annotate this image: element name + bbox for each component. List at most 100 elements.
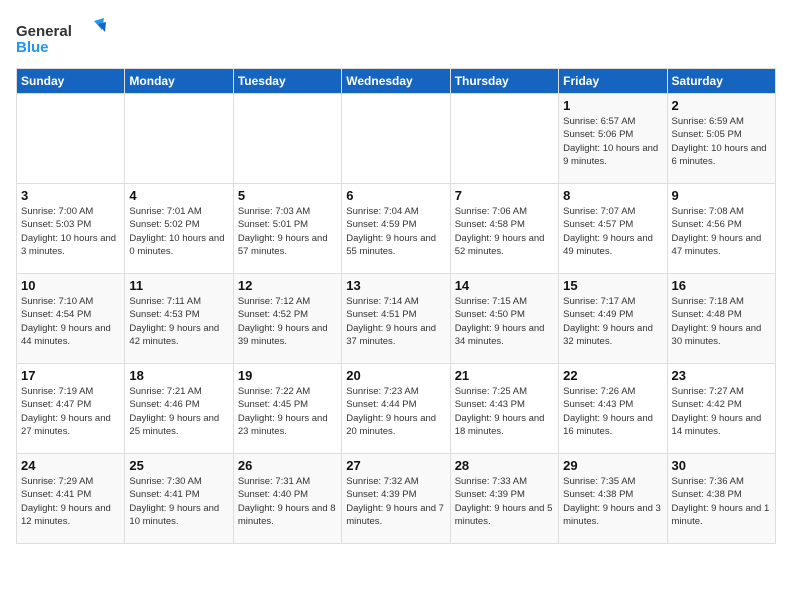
day-number: 14	[455, 278, 554, 293]
day-number: 19	[238, 368, 337, 383]
calendar-cell: 9Sunrise: 7:08 AM Sunset: 4:56 PM Daylig…	[667, 184, 775, 274]
day-number: 28	[455, 458, 554, 473]
calendar-cell: 2Sunrise: 6:59 AM Sunset: 5:05 PM Daylig…	[667, 94, 775, 184]
svg-text:General: General	[16, 23, 72, 40]
day-number: 22	[563, 368, 662, 383]
page-header: General Blue	[16, 16, 776, 56]
calendar-cell: 4 Sunrise: 7:01 AM Sunset: 5:02 PM Daylig…	[125, 184, 233, 274]
calendar-cell	[17, 94, 125, 184]
day-number: 8	[563, 188, 662, 203]
calendar-cell: 11 Sunrise: 7:11 AM Sunset: 4:53 PM Dayli…	[125, 274, 233, 364]
weekday-header-row: SundayMondayTuesdayWednesdayThursdayFrid…	[17, 69, 776, 94]
day-number: 25	[129, 458, 228, 473]
day-info: Sunrise: 7:23 AM Sunset: 4:44 PM Dayligh…	[346, 385, 445, 438]
week-row-2: 3 Sunrise: 7:00 AM Sunset: 5:03 PM Daylig…	[17, 184, 776, 274]
calendar-cell	[342, 94, 450, 184]
day-number: 11	[129, 278, 228, 293]
day-info: Sunrise: 7:00 AM Sunset: 5:03 PM Dayligh…	[21, 205, 120, 258]
day-info: Sunrise: 7:15 AM Sunset: 4:50 PM Dayligh…	[455, 295, 554, 348]
day-info: Sunrise: 7:35 AM Sunset: 4:38 PM Dayligh…	[563, 475, 662, 528]
day-number: 12	[238, 278, 337, 293]
calendar-cell: 30 Sunrise: 7:36 AM Sunset: 4:38 PM Dayli…	[667, 454, 775, 544]
day-info: Sunrise: 7:30 AM Sunset: 4:41 PM Dayligh…	[129, 475, 228, 528]
day-info: Sunrise: 7:27 AM Sunset: 4:42 PM Dayligh…	[672, 385, 771, 438]
week-row-4: 17 Sunrise: 7:19 AM Sunset: 4:47 PM Dayli…	[17, 364, 776, 454]
calendar-cell: 14 Sunrise: 7:15 AM Sunset: 4:50 PM Dayli…	[450, 274, 558, 364]
calendar-cell: 15 Sunrise: 7:17 AM Sunset: 4:49 PM Dayli…	[559, 274, 667, 364]
week-row-3: 10Sunrise: 7:10 AM Sunset: 4:54 PM Dayli…	[17, 274, 776, 364]
day-info: Sunrise: 7:25 AM Sunset: 4:43 PM Dayligh…	[455, 385, 554, 438]
day-number: 4	[129, 188, 228, 203]
day-info: Sunrise: 7:33 AM Sunset: 4:39 PM Dayligh…	[455, 475, 554, 528]
day-info: Sunrise: 7:03 AM Sunset: 5:01 PM Dayligh…	[238, 205, 337, 258]
calendar-cell: 23 Sunrise: 7:27 AM Sunset: 4:42 PM Dayli…	[667, 364, 775, 454]
day-info: Sunrise: 7:22 AM Sunset: 4:45 PM Dayligh…	[238, 385, 337, 438]
week-row-1: 1Sunrise: 6:57 AM Sunset: 5:06 PM Daylig…	[17, 94, 776, 184]
calendar-cell: 3 Sunrise: 7:00 AM Sunset: 5:03 PM Daylig…	[17, 184, 125, 274]
day-info: Sunrise: 7:04 AM Sunset: 4:59 PM Dayligh…	[346, 205, 445, 258]
calendar-cell: 24Sunrise: 7:29 AM Sunset: 4:41 PM Dayli…	[17, 454, 125, 544]
day-number: 7	[455, 188, 554, 203]
day-number: 15	[563, 278, 662, 293]
calendar-cell: 10Sunrise: 7:10 AM Sunset: 4:54 PM Dayli…	[17, 274, 125, 364]
day-info: Sunrise: 7:11 AM Sunset: 4:53 PM Dayligh…	[129, 295, 228, 348]
day-info: Sunrise: 7:17 AM Sunset: 4:49 PM Dayligh…	[563, 295, 662, 348]
logo: General Blue	[16, 16, 106, 56]
day-info: Sunrise: 7:36 AM Sunset: 4:38 PM Dayligh…	[672, 475, 771, 528]
calendar-cell: 22 Sunrise: 7:26 AM Sunset: 4:43 PM Dayli…	[559, 364, 667, 454]
calendar-cell: 19 Sunrise: 7:22 AM Sunset: 4:45 PM Dayli…	[233, 364, 341, 454]
day-number: 16	[672, 278, 771, 293]
svg-text:Blue: Blue	[16, 39, 49, 56]
day-number: 21	[455, 368, 554, 383]
calendar-cell: 7 Sunrise: 7:06 AM Sunset: 4:58 PM Daylig…	[450, 184, 558, 274]
calendar-cell: 26Sunrise: 7:31 AM Sunset: 4:40 PM Dayli…	[233, 454, 341, 544]
day-info: Sunrise: 7:18 AM Sunset: 4:48 PM Dayligh…	[672, 295, 771, 348]
calendar-cell: 21 Sunrise: 7:25 AM Sunset: 4:43 PM Dayli…	[450, 364, 558, 454]
day-info: Sunrise: 7:19 AM Sunset: 4:47 PM Dayligh…	[21, 385, 120, 438]
weekday-header-friday: Friday	[559, 69, 667, 94]
day-number: 30	[672, 458, 771, 473]
weekday-header-tuesday: Tuesday	[233, 69, 341, 94]
calendar-cell: 25 Sunrise: 7:30 AM Sunset: 4:41 PM Dayli…	[125, 454, 233, 544]
weekday-header-sunday: Sunday	[17, 69, 125, 94]
calendar-cell: 6 Sunrise: 7:04 AM Sunset: 4:59 PM Daylig…	[342, 184, 450, 274]
calendar-table: SundayMondayTuesdayWednesdayThursdayFrid…	[16, 68, 776, 544]
day-info: Sunrise: 7:10 AM Sunset: 4:54 PM Dayligh…	[21, 295, 120, 348]
day-info: Sunrise: 7:21 AM Sunset: 4:46 PM Dayligh…	[129, 385, 228, 438]
day-number: 17	[21, 368, 120, 383]
calendar-cell: 29Sunrise: 7:35 AM Sunset: 4:38 PM Dayli…	[559, 454, 667, 544]
calendar-cell: 20 Sunrise: 7:23 AM Sunset: 4:44 PM Dayli…	[342, 364, 450, 454]
calendar-cell: 5 Sunrise: 7:03 AM Sunset: 5:01 PM Daylig…	[233, 184, 341, 274]
week-row-5: 24Sunrise: 7:29 AM Sunset: 4:41 PM Dayli…	[17, 454, 776, 544]
day-info: Sunrise: 7:01 AM Sunset: 5:02 PM Dayligh…	[129, 205, 228, 258]
calendar-cell: 12 Sunrise: 7:12 AM Sunset: 4:52 PM Dayli…	[233, 274, 341, 364]
calendar-cell: 8Sunrise: 7:07 AM Sunset: 4:57 PM Daylig…	[559, 184, 667, 274]
calendar-cell	[233, 94, 341, 184]
day-number: 26	[238, 458, 337, 473]
day-info: Sunrise: 7:14 AM Sunset: 4:51 PM Dayligh…	[346, 295, 445, 348]
calendar-cell: 17 Sunrise: 7:19 AM Sunset: 4:47 PM Dayli…	[17, 364, 125, 454]
calendar-cell: 27Sunrise: 7:32 AM Sunset: 4:39 PM Dayli…	[342, 454, 450, 544]
weekday-header-thursday: Thursday	[450, 69, 558, 94]
day-number: 1	[563, 98, 662, 113]
day-number: 6	[346, 188, 445, 203]
day-info: Sunrise: 6:59 AM Sunset: 5:05 PM Dayligh…	[672, 115, 771, 168]
weekday-header-wednesday: Wednesday	[342, 69, 450, 94]
weekday-header-saturday: Saturday	[667, 69, 775, 94]
logo-svg: General Blue	[16, 16, 106, 56]
day-number: 5	[238, 188, 337, 203]
day-number: 9	[672, 188, 771, 203]
calendar-cell: 28 Sunrise: 7:33 AM Sunset: 4:39 PM Dayli…	[450, 454, 558, 544]
day-info: Sunrise: 7:06 AM Sunset: 4:58 PM Dayligh…	[455, 205, 554, 258]
calendar-cell: 13Sunrise: 7:14 AM Sunset: 4:51 PM Dayli…	[342, 274, 450, 364]
day-number: 3	[21, 188, 120, 203]
calendar-cell: 16 Sunrise: 7:18 AM Sunset: 4:48 PM Dayli…	[667, 274, 775, 364]
weekday-header-monday: Monday	[125, 69, 233, 94]
day-number: 20	[346, 368, 445, 383]
day-number: 27	[346, 458, 445, 473]
calendar-cell	[125, 94, 233, 184]
calendar-cell: 18Sunrise: 7:21 AM Sunset: 4:46 PM Dayli…	[125, 364, 233, 454]
day-info: Sunrise: 7:12 AM Sunset: 4:52 PM Dayligh…	[238, 295, 337, 348]
day-number: 23	[672, 368, 771, 383]
day-info: Sunrise: 7:26 AM Sunset: 4:43 PM Dayligh…	[563, 385, 662, 438]
